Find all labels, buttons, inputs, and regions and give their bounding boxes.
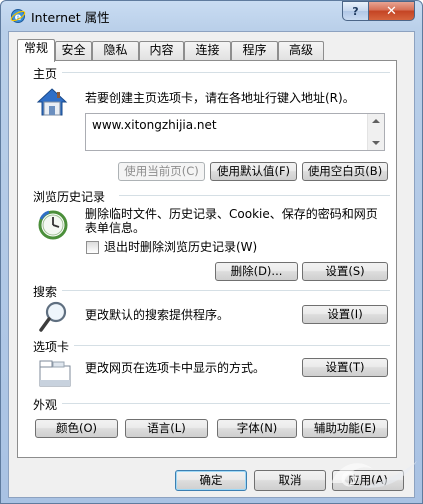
fonts-button[interactable]: 字体(N) <box>217 419 297 438</box>
divider <box>62 72 390 73</box>
colors-button[interactable]: 颜色(O) <box>35 419 118 438</box>
home-page-url: www.xitongzhijia.net <box>92 118 217 132</box>
home-page-url-field[interactable]: www.xitongzhijia.net <box>85 113 385 151</box>
search-description: 更改默认的搜索提供程序。 <box>85 308 230 322</box>
delete-history-button[interactable]: 删除(D)... <box>215 262 298 281</box>
house-icon <box>36 86 68 121</box>
accessibility-button[interactable]: 辅助功能(E) <box>302 419 388 438</box>
use-blank-button[interactable]: 使用空白页(B) <box>302 162 388 181</box>
tabs-settings-button[interactable]: 设置(T) <box>302 358 388 377</box>
history-description-line1: 删除临时文件、历史记录、Cookie、保存的密码和网页 <box>85 207 378 221</box>
tabs-section-title: 选项卡 <box>33 338 70 355</box>
tab-security[interactable]: 安全 <box>55 41 92 60</box>
divider <box>62 290 390 291</box>
tab-privacy[interactable]: 隐私 <box>92 41 139 60</box>
close-button[interactable]: ✕ <box>368 1 415 21</box>
history-description-line2: 表单信息。 <box>85 221 146 235</box>
window-title: Internet 属性 <box>31 10 110 25</box>
help-button[interactable]: ? <box>342 1 368 21</box>
close-icon: ✕ <box>386 3 397 19</box>
tab-advanced[interactable]: 高级 <box>278 41 324 60</box>
ie-globe-icon: e <box>10 8 26 24</box>
history-section-title: 浏览历史记录 <box>33 188 106 205</box>
appearance-section-title: 外观 <box>33 396 58 413</box>
dialog-body: 常规 安全 隐私 内容 连接 程序 高级 主页 若要创建主页选项卡，请在各地址行… <box>8 31 415 498</box>
dialog-window: e Internet 属性 ? ✕ 常规 安全 隐私 内容 连接 程序 高级 主… <box>0 0 423 504</box>
tab-programs[interactable]: 程序 <box>231 41 278 60</box>
use-default-button[interactable]: 使用默认值(F) <box>210 162 297 181</box>
divider <box>62 403 390 404</box>
tab-connections[interactable]: 连接 <box>184 41 231 60</box>
url-scrollbar[interactable] <box>367 114 384 150</box>
delete-history-on-exit-checkbox[interactable] <box>86 241 99 254</box>
tab-content[interactable]: 内容 <box>139 41 184 60</box>
divider <box>119 195 390 196</box>
search-settings-button[interactable]: 设置(I) <box>302 305 388 324</box>
home-section-title: 主页 <box>33 65 58 82</box>
magnifier-icon <box>38 300 70 337</box>
title-bar[interactable]: e Internet 属性 ? ✕ <box>1 1 422 31</box>
scroll-up-icon[interactable] <box>372 119 380 123</box>
search-section-title: 搜索 <box>33 283 58 300</box>
cancel-button[interactable]: 取消 <box>254 470 326 491</box>
use-current-button[interactable]: 使用当前页(C) <box>118 162 205 181</box>
tab-general[interactable]: 常规 <box>17 39 55 62</box>
ok-button[interactable]: 确定 <box>175 470 247 491</box>
watermark-logo-icon <box>321 453 421 497</box>
tabbed-window-icon <box>39 360 71 391</box>
general-tab-page: 主页 若要创建主页选项卡，请在各地址行键入地址(R)。 www.xitongzh… <box>17 60 397 458</box>
clock-icon <box>37 209 69 244</box>
tabs-description: 更改网页在选项卡中显示的方式。 <box>85 361 266 375</box>
question-mark-icon: ? <box>352 4 359 18</box>
scroll-down-icon[interactable] <box>372 141 380 145</box>
history-settings-button[interactable]: 设置(S) <box>302 262 388 281</box>
divider <box>74 345 390 346</box>
home-description: 若要创建主页选项卡，请在各地址行键入地址(R)。 <box>85 91 355 105</box>
delete-history-on-exit-label[interactable]: 退出时删除浏览历史记录(W) <box>104 240 257 255</box>
languages-button[interactable]: 语言(L) <box>125 419 208 438</box>
